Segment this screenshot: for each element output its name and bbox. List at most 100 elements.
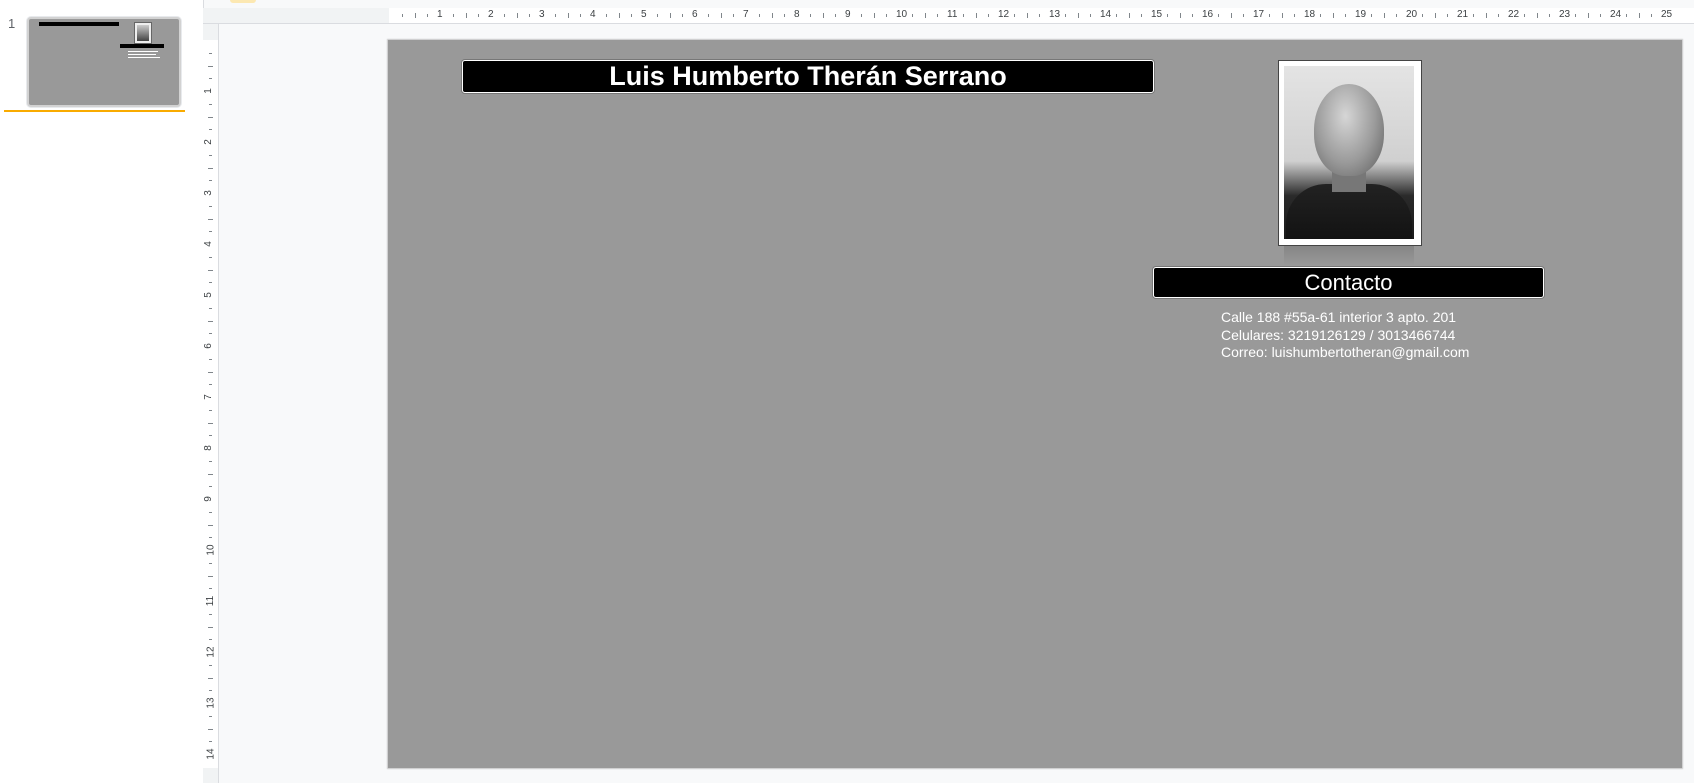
ruler-tick [209,384,212,386]
ruler-tick [835,14,837,17]
ruler-number: 10 [896,9,908,20]
ruler-tick [208,371,213,373]
ruler-tick [209,282,212,284]
ruler-number: 3 [202,190,214,196]
ruler-number: 11 [205,595,217,607]
ruler-tick [478,14,480,17]
ruler-tick [1281,13,1283,18]
slide-number: 1 [8,16,16,31]
contact-heading[interactable]: Contacto [1153,267,1544,298]
slide-thumbnail[interactable] [27,17,181,107]
ruler-tick [209,537,212,539]
ruler-tick [1077,13,1079,18]
vertical-ruler[interactable]: 1 2 3 4 5 6 7 8 9 10 11 12 13 14 [203,24,219,783]
ruler-number: 5 [641,9,647,20]
ruler-number: 6 [692,9,698,20]
ruler-tick [1166,14,1168,17]
thumbnail-text-line [128,57,160,58]
ruler-tick [1383,13,1385,18]
ruler-tick [822,13,824,18]
ruler-number: 25 [1661,9,1673,20]
ruler-number: 13 [205,697,217,709]
ruler-tick [208,524,213,526]
ruler-tick [209,78,212,80]
ruler-tick [1268,14,1270,17]
selected-slide-indicator [4,110,185,112]
thumbnail-text-line [128,54,156,55]
ruler-tick [1141,14,1143,17]
profile-photo[interactable] [1278,60,1422,246]
ruler-number: 10 [205,544,217,556]
ruler-tick [1523,14,1525,17]
ruler-tick [209,613,212,615]
ruler-tick [414,13,416,18]
ruler-tick [784,14,786,17]
ruler-number: 4 [590,9,596,20]
ruler-tick [209,256,212,258]
ruler-tick [208,116,213,118]
ruler-tick [209,409,212,411]
ruler-tick [208,575,213,577]
ruler-tick [1128,13,1130,18]
ruler-tick [516,13,518,18]
ruler-tick [503,14,505,17]
contact-text-box[interactable]: Calle 188 #55a-61 interior 3 apto. 201 C… [1221,309,1561,362]
ruler-corner [203,8,219,24]
ruler-tick [208,320,213,322]
ruler-tick [554,14,556,17]
ruler-tick [1370,14,1372,17]
slide-canvas[interactable]: Luis Humberto Therán Serrano Contacto Ca… [388,40,1682,768]
ruler-tick [771,13,773,18]
ruler-number: 9 [845,9,851,20]
ruler-number: 6 [202,343,214,349]
contact-address: Calle 188 #55a-61 interior 3 apto. 201 [1221,309,1457,325]
ruler-tick [208,422,213,424]
ruler-tick [1230,13,1232,18]
ruler-number: 14 [1100,9,1112,20]
slide-filmstrip: 1 [0,0,204,783]
title-text-box[interactable]: Luis Humberto Therán Serrano [462,60,1154,93]
ruler-tick [208,626,213,628]
photo-reflection [1284,246,1414,266]
ruler-tick [1179,13,1181,18]
ruler-number: 7 [743,9,749,20]
ruler-tick [1638,13,1640,18]
ruler-tick [1434,13,1436,18]
ruler-number: 22 [1508,9,1520,20]
ruler-tick [605,14,607,17]
ruler-number: 4 [202,241,214,247]
ruler-number: 17 [1253,9,1265,20]
ruler-number: 24 [1610,9,1622,20]
ruler-number: 9 [202,496,214,502]
horizontal-ruler[interactable]: 1 2 3 4 5 6 7 8 9 10 11 12 13 14 15 16 17 18 19 20 21 22 23 24 2… [218,8,1694,24]
ruler-number: 14 [205,748,217,760]
ruler-tick [1115,14,1117,17]
contact-email: Correo: luishumbertotheran@gmail.com [1221,344,1470,360]
ruler-tick [1064,14,1066,17]
ruler-tick [1600,14,1602,17]
ruler-tick [1421,14,1423,17]
ruler-tick [209,664,212,666]
profile-photo-image [1284,66,1414,239]
ruler-tick [669,13,671,18]
ruler-tick [809,14,811,17]
ruler-tick [1217,14,1219,17]
ruler-number: 18 [1304,9,1316,20]
ruler-tick [618,13,620,18]
ruler-tick [209,690,212,692]
ruler-tick [209,715,212,717]
ruler-tick [860,14,862,17]
ruler-tick [924,13,926,18]
ruler-tick [209,103,212,105]
ruler-tick [1396,14,1398,17]
ruler-tick [1587,13,1589,18]
ruler-tick [209,741,212,743]
ruler-tick [1472,14,1474,17]
menu-accent [230,0,256,3]
ruler-number: 3 [539,9,545,20]
ruler-tick [209,129,212,131]
ruler-tick [208,473,213,475]
ruler-number: 19 [1355,9,1367,20]
ruler-tick [1574,14,1576,17]
ruler-tick [720,13,722,18]
